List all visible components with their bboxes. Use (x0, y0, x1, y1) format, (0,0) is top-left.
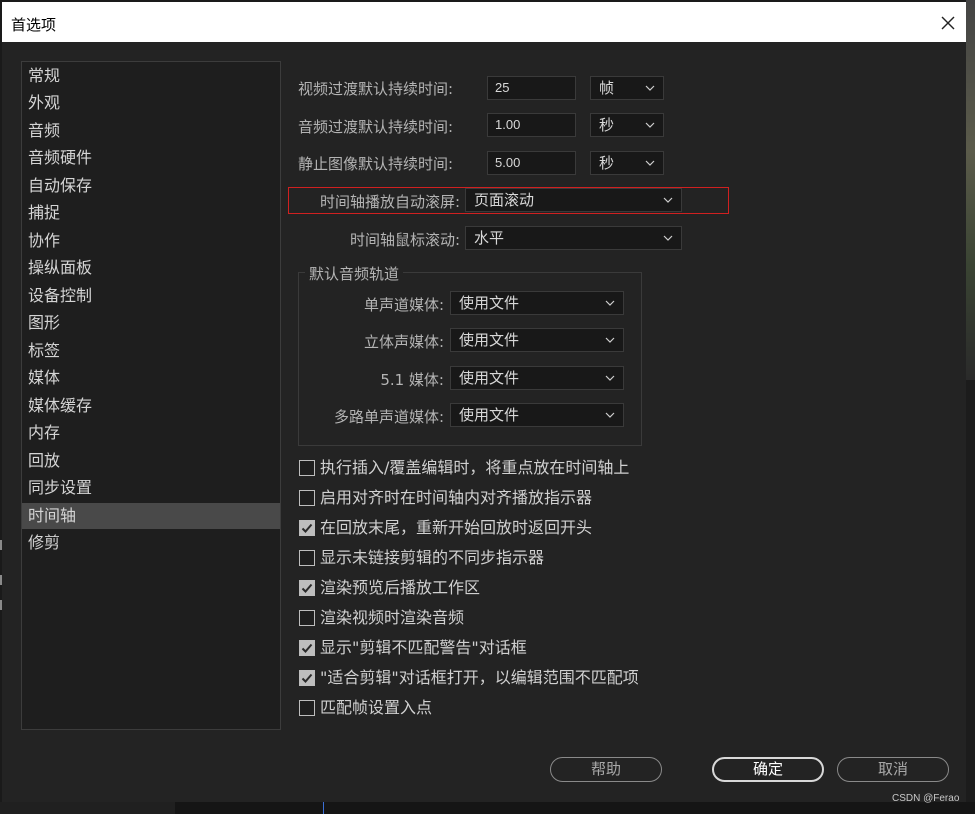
sidebar-item-device-control[interactable]: 设备控制 (22, 283, 280, 309)
sidebar-item-capture[interactable]: 捕捉 (22, 200, 280, 226)
preferences-sidebar: 常规 外观 音频 音频硬件 自动保存 捕捉 协作 操纵面板 设备控制 图形 标签… (21, 61, 281, 730)
sidebar-item-labels[interactable]: 标签 (22, 338, 280, 364)
audio-transition-unit: 秒 (599, 116, 615, 134)
sidebar-item-timeline[interactable]: 时间轴 (22, 503, 280, 529)
stereo-media-value: 使用文件 (459, 331, 520, 349)
checkbox[interactable] (299, 610, 315, 626)
checkbox[interactable] (299, 700, 315, 716)
checkbox-label: 启用对齐时在时间轴内对齐播放指示器 (320, 488, 593, 507)
sidebar-item-media[interactable]: 媒体 (22, 365, 280, 391)
help-button[interactable]: 帮助 (550, 757, 662, 782)
chevron-down-icon (605, 412, 615, 418)
mouse-scroll-value: 水平 (474, 229, 505, 247)
checkmark-icon (301, 583, 313, 593)
multi-mono-media-select[interactable]: 使用文件 (450, 403, 624, 427)
sidebar-item-playback[interactable]: 回放 (22, 448, 280, 474)
checkbox[interactable] (299, 550, 315, 566)
background-window-edge-lower (966, 380, 975, 814)
audio-tracks-title: 默认音频轨道 (305, 263, 404, 284)
checkbox[interactable] (299, 670, 315, 686)
checkbox-label: 渲染预览后播放工作区 (320, 578, 481, 597)
mono-media-select[interactable]: 使用文件 (450, 291, 624, 315)
still-image-label: 静止图像默认持续时间: (298, 155, 454, 173)
chevron-down-icon (605, 375, 615, 381)
chevron-down-icon (663, 235, 673, 241)
checkbox-label: 渲染视频时渲染音频 (320, 608, 465, 627)
chevron-down-icon (605, 337, 615, 343)
chevron-down-icon (645, 85, 655, 91)
sidebar-item-general[interactable]: 常规 (22, 63, 280, 89)
stereo-media-select[interactable]: 使用文件 (450, 328, 624, 352)
still-image-unit: 秒 (599, 154, 615, 172)
audio-transition-unit-select[interactable]: 秒 (590, 113, 664, 137)
sidebar-item-graphics[interactable]: 图形 (22, 310, 280, 336)
still-image-input[interactable]: 5.00 (487, 151, 576, 175)
surround-media-value: 使用文件 (459, 369, 520, 387)
checkbox[interactable] (299, 490, 315, 506)
checkbox-label: 显示"剪辑不匹配警告"对话框 (320, 638, 527, 657)
video-transition-label: 视频过渡默认持续时间: (298, 80, 454, 98)
window-title: 首选项 (11, 16, 57, 34)
sidebar-item-control-surface[interactable]: 操纵面板 (22, 255, 280, 281)
video-transition-unit-select[interactable]: 帧 (590, 76, 664, 100)
sidebar-item-trim[interactable]: 修剪 (22, 530, 280, 556)
audio-transition-label: 音频过渡默认持续时间: (298, 118, 454, 136)
watermark: CSDN @Ferao (892, 793, 960, 804)
mouse-scroll-select[interactable]: 水平 (465, 226, 682, 250)
chevron-down-icon (645, 160, 655, 166)
sidebar-item-sync-settings[interactable]: 同步设置 (22, 475, 280, 501)
mono-media-label: 单声道媒体: (363, 296, 444, 314)
checkmark-icon (301, 643, 313, 653)
sidebar-item-collaboration[interactable]: 协作 (22, 228, 280, 254)
checkbox-label: 在回放末尾，重新开始回放时返回开头 (320, 518, 593, 537)
mono-media-value: 使用文件 (459, 294, 520, 312)
stereo-media-label: 立体声媒体: (363, 333, 444, 351)
checkbox[interactable] (299, 580, 315, 596)
surround-media-select[interactable]: 使用文件 (450, 366, 624, 390)
multi-mono-media-value: 使用文件 (459, 406, 520, 424)
mouse-scroll-label: 时间轴鼠标滚动: (349, 231, 460, 249)
playback-autoscroll-value: 页面滚动 (474, 191, 535, 209)
checkbox-label: 执行插入/覆盖编辑时，将重点放在时间轴上 (320, 458, 630, 477)
video-transition-input[interactable]: 25 (487, 76, 576, 100)
background-playhead (323, 802, 324, 814)
playback-autoscroll-select[interactable]: 页面滚动 (465, 188, 682, 212)
title-bar: 首选项 (2, 2, 966, 42)
checkmark-icon (301, 673, 313, 683)
chevron-down-icon (663, 197, 673, 203)
sidebar-item-audio[interactable]: 音频 (22, 118, 280, 144)
checkbox-label: "适合剪辑"对话框打开，以编辑范围不匹配项 (320, 668, 639, 687)
checkbox[interactable] (299, 640, 315, 656)
still-image-unit-select[interactable]: 秒 (590, 151, 664, 175)
sidebar-item-autosave[interactable]: 自动保存 (22, 173, 280, 199)
ok-button[interactable]: 确定 (712, 757, 824, 782)
background-timeline-strip (0, 802, 975, 814)
checkbox[interactable] (299, 460, 315, 476)
playback-autoscroll-label: 时间轴播放自动滚屏: (319, 193, 460, 211)
chevron-down-icon (645, 122, 655, 128)
checkmark-icon (301, 523, 313, 533)
checkbox-label: 匹配帧设置入点 (320, 698, 433, 717)
checkbox-label: 显示未链接剪辑的不同步指示器 (320, 548, 545, 567)
audio-transition-input[interactable]: 1.00 (487, 113, 576, 137)
background-window-edge (966, 0, 975, 380)
close-button[interactable] (934, 9, 962, 37)
checkbox[interactable] (299, 520, 315, 536)
video-transition-unit: 帧 (599, 79, 615, 97)
sidebar-item-audio-hardware[interactable]: 音频硬件 (22, 145, 280, 171)
chevron-down-icon (605, 300, 615, 306)
sidebar-item-appearance[interactable]: 外观 (22, 90, 280, 116)
sidebar-item-media-cache[interactable]: 媒体缓存 (22, 393, 280, 419)
multi-mono-media-label: 多路单声道媒体: (333, 408, 444, 426)
cancel-button[interactable]: 取消 (837, 757, 949, 782)
sidebar-item-memory[interactable]: 内存 (22, 420, 280, 446)
surround-media-label: 5.1 媒体: (380, 371, 444, 389)
close-icon (941, 16, 955, 30)
